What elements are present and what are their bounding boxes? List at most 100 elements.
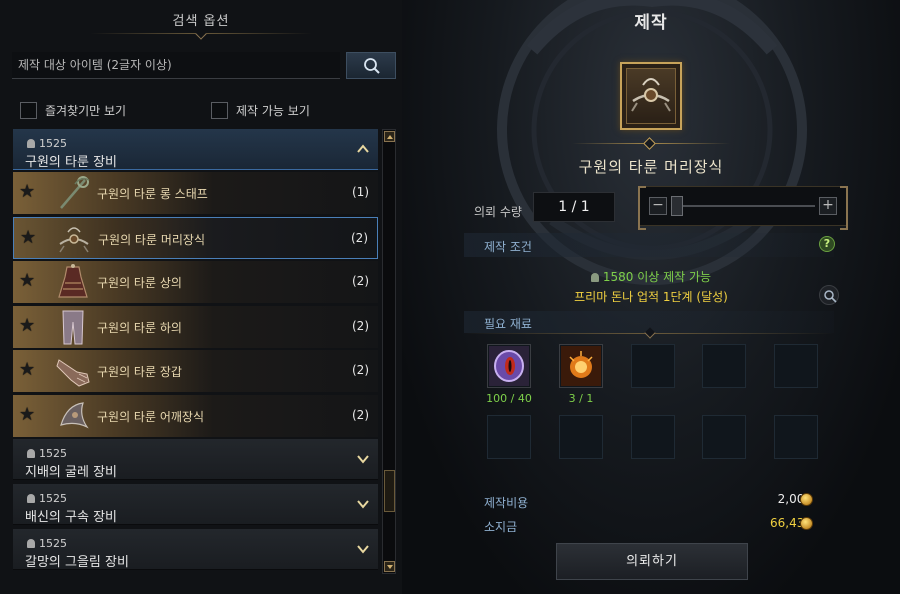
craftable-only-label: 제작 가능 보기 bbox=[236, 103, 310, 118]
gloves-icon bbox=[56, 359, 90, 387]
favorites-only-label: 즐겨찾기만 보기 bbox=[45, 103, 127, 118]
top-armor-icon bbox=[58, 264, 88, 298]
decrease-button[interactable]: − bbox=[649, 197, 667, 215]
recipe-item-bottom[interactable]: ★ 구원의 타룬 하의 (2) bbox=[13, 305, 378, 348]
favorite-star-icon[interactable]: ★ bbox=[19, 405, 35, 424]
gold-label: 소지금 bbox=[484, 520, 518, 534]
request-craft-button[interactable]: 의뢰하기 bbox=[556, 543, 748, 580]
recipe-item-count: (2) bbox=[352, 318, 369, 333]
recipe-item-name: 구원의 타룬 장갑 bbox=[97, 365, 182, 379]
material-count-2: 3 / 1 bbox=[568, 392, 594, 405]
material-slot-3 bbox=[631, 344, 675, 388]
material-slot-9 bbox=[702, 415, 746, 459]
search-field[interactable] bbox=[12, 52, 340, 79]
helmet-icon bbox=[590, 273, 599, 282]
recipe-list-scrollbar[interactable] bbox=[382, 129, 396, 574]
category-name: 갈망의 그을림 장비 bbox=[25, 555, 129, 570]
recipe-item-name: 구원의 타룬 어깨장식 bbox=[97, 409, 204, 424]
category-header-domination[interactable]: 1525 지배의 굴레 장비 bbox=[13, 439, 378, 480]
slider-track[interactable] bbox=[671, 205, 815, 207]
search-button[interactable] bbox=[346, 52, 396, 79]
recipe-item-name: 구원의 타룬 하의 bbox=[97, 320, 182, 335]
quantity-slider: − + bbox=[638, 186, 848, 230]
helmet-icon bbox=[27, 539, 35, 548]
category-name: 구원의 타룬 장비 bbox=[25, 155, 117, 170]
recipe-item-gloves[interactable]: ★ 구원의 타룬 장갑 (2) bbox=[13, 350, 378, 392]
gold-coin-icon bbox=[800, 493, 813, 506]
shoulder-icon bbox=[60, 401, 89, 429]
recipe-item-name: 구원의 타룬 상의 bbox=[97, 276, 182, 290]
category-header-craving[interactable]: 1525 갈망의 그을림 장비 bbox=[13, 529, 378, 570]
material-slot-6 bbox=[487, 415, 531, 459]
helmet-icon bbox=[27, 449, 35, 458]
recipe-item-count: (1) bbox=[352, 185, 369, 199]
chevron-down-icon bbox=[357, 500, 369, 509]
category-level: 1525 bbox=[27, 137, 67, 150]
material-slot-4 bbox=[702, 344, 746, 388]
search-input[interactable] bbox=[12, 52, 340, 78]
purple-eye-orb-icon bbox=[489, 346, 529, 386]
materials-label: 필요 재료 bbox=[484, 317, 532, 331]
helmet-icon bbox=[27, 139, 35, 148]
craftable-only-toggle[interactable]: 제작 가능 보기 bbox=[211, 101, 310, 119]
conditions-label: 제작 조건 bbox=[484, 240, 532, 254]
search-icon bbox=[364, 58, 380, 74]
quantity-label: 의뢰 수량 bbox=[474, 205, 522, 219]
material-slot-2[interactable] bbox=[559, 344, 603, 388]
scroll-up-arrow-icon[interactable] bbox=[384, 131, 395, 142]
selected-item-name: 구원의 타룬 머리장식 bbox=[578, 158, 724, 176]
search-icon bbox=[824, 290, 837, 303]
category-name: 지배의 굴레 장비 bbox=[25, 465, 117, 480]
category-header-redemption-tarun[interactable]: 1525 구원의 타룬 장비 bbox=[13, 129, 378, 170]
scrollbar-thumb[interactable] bbox=[384, 470, 395, 512]
quantity-input[interactable]: 1 / 1 bbox=[533, 192, 615, 222]
scroll-down-arrow-icon[interactable] bbox=[384, 561, 395, 572]
chevron-down-icon bbox=[357, 545, 369, 554]
category-level: 1525 bbox=[27, 492, 67, 505]
category-name: 배신의 구속 장비 bbox=[25, 510, 117, 525]
favorite-star-icon[interactable]: ★ bbox=[19, 361, 35, 379]
favorite-star-icon[interactable]: ★ bbox=[20, 228, 36, 247]
recipe-item-count: (2) bbox=[352, 407, 369, 422]
material-slot-10 bbox=[774, 415, 818, 459]
bottom-armor-icon bbox=[62, 310, 84, 344]
headpiece-icon bbox=[59, 226, 89, 252]
recipe-item-count: (2) bbox=[352, 274, 369, 288]
slider-thumb[interactable] bbox=[671, 196, 683, 216]
favorite-star-icon[interactable]: ★ bbox=[19, 316, 35, 335]
material-slot-8 bbox=[631, 415, 675, 459]
chevron-down-icon bbox=[357, 455, 369, 464]
title-divider-ornament bbox=[195, 28, 207, 40]
favorites-only-checkbox[interactable] bbox=[20, 101, 37, 119]
recipe-item-headpiece[interactable]: ★ 구원의 타룬 머리장식 (2) bbox=[13, 216, 378, 259]
recipe-list: 1525 구원의 타룬 장비 ★ 구원의 타룬 롱 스태프 (1) ★ 구원의 … bbox=[13, 129, 378, 574]
material-slot-1[interactable] bbox=[487, 344, 531, 388]
recipe-item-top[interactable]: ★ 구원의 타룬 상의 (2) bbox=[13, 261, 378, 303]
helmet-icon bbox=[27, 494, 35, 503]
condition-search-button[interactable] bbox=[819, 285, 839, 305]
recipe-item-shoulder[interactable]: ★ 구원의 타룬 어깨장식 (2) bbox=[13, 394, 378, 437]
increase-button[interactable]: + bbox=[819, 197, 837, 215]
headpiece-icon bbox=[631, 78, 671, 112]
material-count-1: 100 / 40 bbox=[486, 392, 532, 405]
condition-level: 1580 이상 제작 가능 bbox=[402, 268, 900, 285]
recipe-item-name: 구원의 타룬 머리장식 bbox=[98, 232, 205, 247]
category-level: 1525 bbox=[27, 537, 67, 550]
help-icon[interactable]: ? bbox=[819, 236, 835, 252]
category-header-betrayal[interactable]: 1525 배신의 구속 장비 bbox=[13, 484, 378, 525]
staff-icon bbox=[60, 176, 90, 209]
craft-title: 제작 bbox=[634, 13, 668, 33]
craftable-only-checkbox[interactable] bbox=[211, 101, 228, 119]
favorites-only-toggle[interactable]: 즐겨찾기만 보기 bbox=[20, 101, 126, 119]
chevron-up-icon bbox=[357, 144, 369, 153]
search-options-title: 검색 옵션 bbox=[172, 14, 230, 29]
recipe-item-staff[interactable]: ★ 구원의 타룬 롱 스태프 (1) bbox=[13, 172, 378, 214]
fire-stone-icon bbox=[561, 346, 601, 386]
favorite-star-icon[interactable]: ★ bbox=[19, 183, 35, 201]
selected-item-thumbnail bbox=[620, 62, 682, 130]
gold-coin-icon bbox=[800, 517, 813, 530]
favorite-star-icon[interactable]: ★ bbox=[19, 272, 35, 290]
material-slot-7 bbox=[559, 415, 603, 459]
category-level: 1525 bbox=[27, 447, 67, 460]
craft-panel: 제작 구원의 타룬 머리장식 의뢰 수량 1 / 1 − + 제작 조건 ? 1… bbox=[402, 0, 900, 594]
